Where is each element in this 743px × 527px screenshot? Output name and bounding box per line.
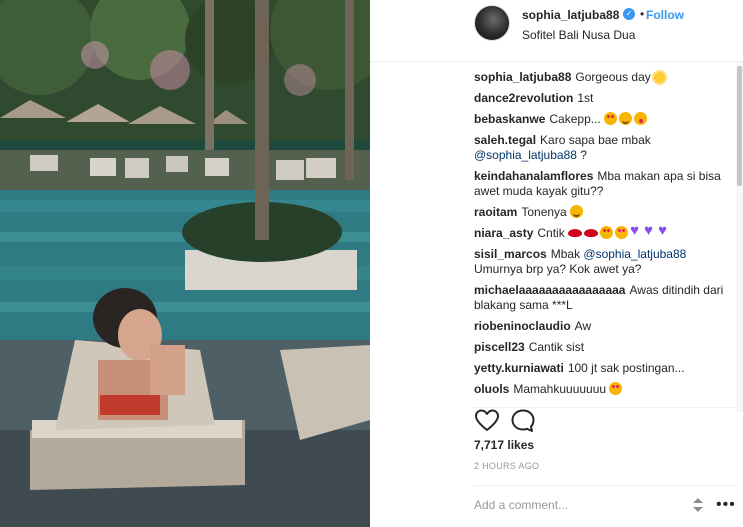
comment-username[interactable]: raoitam: [474, 205, 517, 219]
comment-text-suffix: ?: [580, 148, 587, 162]
tongue-emoji: [634, 112, 648, 125]
sun-emoji: [654, 72, 666, 83]
comment-item: raoitam Tonenya: [474, 205, 736, 220]
comment-text: Cntik: [537, 226, 565, 240]
add-comment-input[interactable]: [474, 495, 694, 515]
comment-text: Karo sapa bae mbak: [540, 133, 651, 147]
avatar[interactable]: [474, 5, 510, 41]
more-options-button[interactable]: •••: [716, 496, 736, 514]
verified-badge-icon: ✓: [623, 8, 635, 20]
heart-eyes-emoji: [609, 382, 623, 395]
comment-username[interactable]: bebaskanwe: [474, 112, 545, 126]
header-separator: •: [640, 7, 645, 21]
comment-item: piscell23 Cantik sist: [474, 340, 736, 355]
comment-item: niara_asty Cntik: [474, 223, 736, 241]
comment-username[interactable]: piscell23: [474, 340, 525, 354]
comment-text: 100 jt sak postingan...: [567, 361, 685, 375]
comment-username[interactable]: yetty.kurniawati: [474, 361, 564, 375]
comments-scrollbar[interactable]: [736, 62, 743, 412]
comment-item: saleh.tegal Karo sapa bae mbak @sophia_la…: [474, 133, 736, 163]
comments-list[interactable]: sophia_latjuba88 Gorgeous day dance2revol…: [474, 70, 736, 399]
heart-eyes-emoji: [615, 226, 629, 239]
speech-bubble-icon[interactable]: [510, 408, 536, 434]
post-actions: [474, 407, 736, 433]
add-comment-bar: •••: [474, 485, 736, 527]
comment-username[interactable]: keindahanalamflores: [474, 169, 593, 183]
comment-username[interactable]: sophia_latjuba88: [474, 70, 571, 84]
likes-count[interactable]: 7,717 likes: [474, 438, 534, 452]
comment-item: bebaskanwe Cakepp...: [474, 112, 736, 127]
purple-heart-emoji: [630, 223, 642, 239]
comment-item: keindahanalamflores Mba makan apa si bisa…: [474, 169, 736, 199]
resize-stepper-icon[interactable]: [692, 497, 704, 513]
comment-item: sisil_marcos Mbak @sophia_latjuba88 Umurn…: [474, 247, 736, 277]
grin-emoji: [570, 205, 584, 218]
lips-emoji: [584, 226, 599, 239]
comment-item: yetty.kurniawati 100 jt sak postingan...: [474, 361, 736, 376]
comment-item: riobeninoclaudio Aw: [474, 319, 736, 334]
post-photo[interactable]: [0, 0, 370, 527]
comment-text: Tonenya: [521, 205, 567, 219]
comment-username[interactable]: saleh.tegal: [474, 133, 536, 147]
post-timestamp: 2 HOURS AGO: [474, 461, 540, 471]
heart-eyes-emoji: [604, 112, 618, 125]
comment-mention[interactable]: @sophia_latjuba88: [474, 148, 577, 162]
post-side-panel: sophia_latjuba88 ✓ • Follow Sofitel Bali…: [370, 0, 743, 527]
comment-text: Aw: [574, 319, 592, 333]
comment-mention[interactable]: @sophia_latjuba88: [583, 247, 686, 261]
location-link[interactable]: Sofitel Bali Nusa Dua: [522, 28, 635, 42]
comment-text-suffix: Umurnya brp ya? Kok awet ya?: [474, 262, 642, 276]
comment-text: Mamahkuuuuuuu: [513, 382, 607, 396]
comment-item: dance2revolution 1st: [474, 91, 736, 106]
comment-item: sophia_latjuba88 Gorgeous day: [474, 70, 736, 85]
lips-emoji: [568, 226, 583, 239]
pool-photo-illustration: [0, 0, 370, 527]
grin-emoji: [619, 112, 633, 125]
heart-eyes-emoji: [600, 226, 614, 239]
comment-item: oluols Mamahkuuuuuuu: [474, 382, 736, 397]
comment-text: Mbak: [550, 247, 581, 261]
header-username[interactable]: sophia_latjuba88: [522, 8, 619, 22]
comment-username[interactable]: riobeninoclaudio: [474, 319, 571, 333]
comment-text: 1st: [577, 91, 594, 105]
purple-heart-emoji: [658, 223, 670, 239]
comment-text: Cantik sist: [528, 340, 585, 354]
comment-username[interactable]: niara_asty: [474, 226, 533, 240]
comment-username[interactable]: oluols: [474, 382, 509, 396]
follow-button[interactable]: Follow: [646, 8, 684, 22]
purple-heart-emoji: [644, 223, 656, 239]
comment-username[interactable]: dance2revolution: [474, 91, 573, 105]
heart-outline-icon[interactable]: [474, 408, 500, 434]
comment-username[interactable]: sisil_marcos: [474, 247, 547, 261]
comment-text: Cakepp...: [549, 112, 601, 126]
comment-text: Gorgeous day: [575, 70, 651, 84]
comment-item: michaelaaaaaaaaaaaaaaaa Awas ditindih dar…: [474, 283, 736, 313]
comment-username[interactable]: michaelaaaaaaaaaaaaaaaa: [474, 283, 625, 297]
post-header: sophia_latjuba88 ✓ • Follow Sofitel Bali…: [370, 0, 743, 62]
